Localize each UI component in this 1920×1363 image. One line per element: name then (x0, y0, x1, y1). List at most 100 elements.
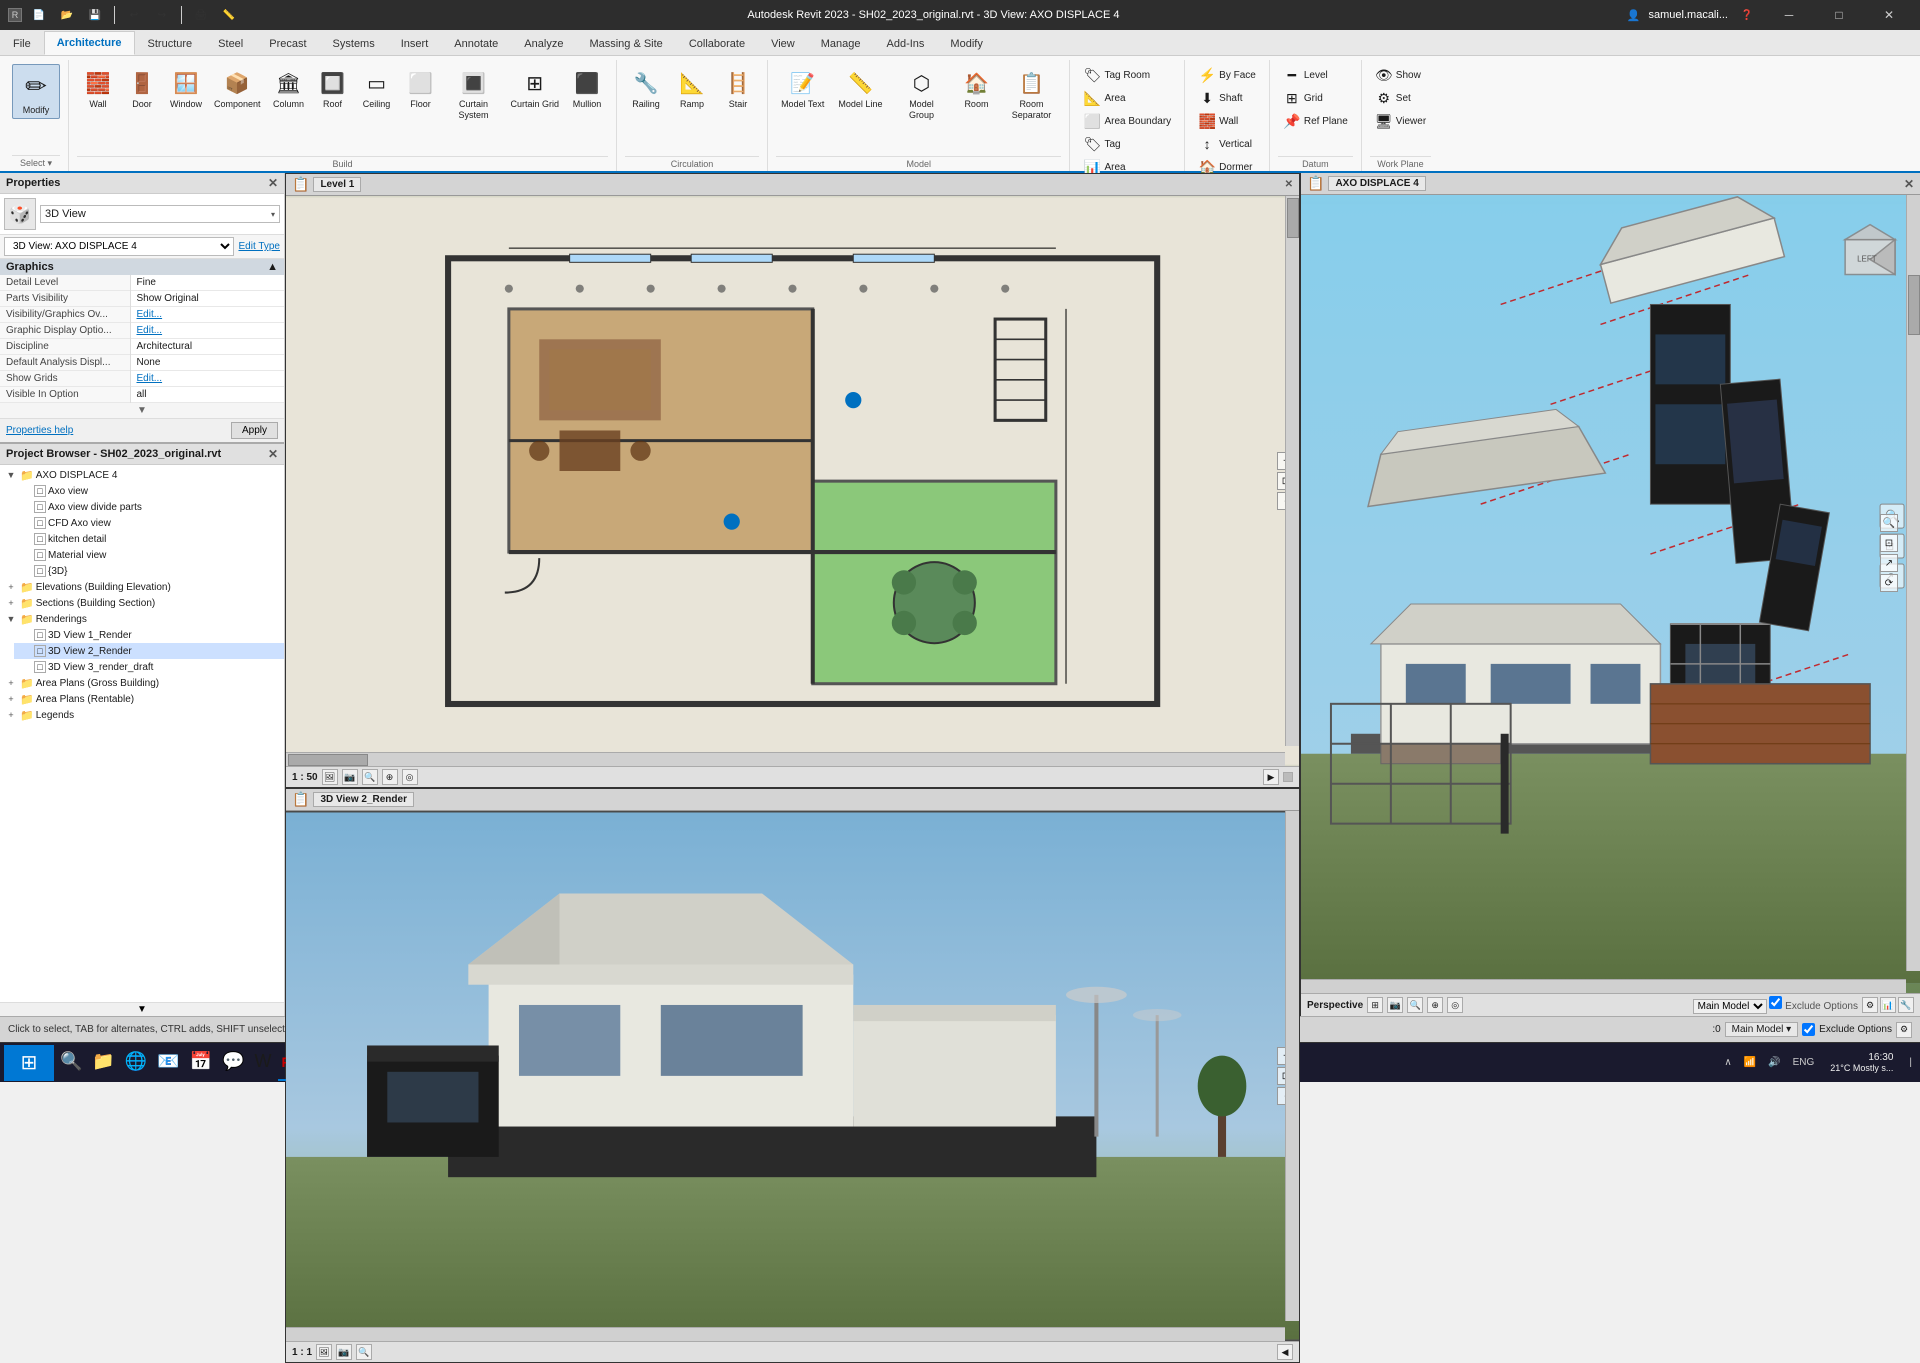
tree-item-sections[interactable]: + 📁 Sections (Building Section) (0, 595, 284, 611)
tree-item-kitchen[interactable]: □ kitchen detail (14, 531, 284, 547)
view-type-dropdown[interactable]: 3D View ▾ (40, 205, 280, 223)
view-dropdown[interactable]: 3D View: AXO DISPLACE 4 (4, 237, 234, 256)
tab-steel[interactable]: Steel (205, 31, 256, 55)
axo-search[interactable]: 🔍 (1880, 514, 1898, 532)
graphics-section[interactable]: Graphics ▲ (0, 259, 284, 275)
tray-clock[interactable]: 16:30 21°C Mostly s... (1822, 1050, 1901, 1075)
ribbon-item-floor[interactable]: ⬜ Floor (400, 64, 442, 113)
apply-button[interactable]: Apply (231, 422, 278, 439)
tray-up-arrow[interactable]: ∧ (1720, 1055, 1735, 1070)
tab-massing[interactable]: Massing & Site (576, 31, 675, 55)
render-canvas[interactable]: + ⊡ - (286, 811, 1299, 1341)
tree-item-cfd-axo[interactable]: □ CFD Axo view (14, 515, 284, 531)
tree-item-elevations[interactable]: + 📁 Elevations (Building Elevation) (0, 579, 284, 595)
tab-systems[interactable]: Systems (320, 31, 388, 55)
ribbon-item-wall[interactable]: 🧱 Wall (77, 64, 119, 113)
rv-btn2[interactable]: 📷 (336, 1344, 352, 1360)
taskbar-search[interactable]: 🔍 (56, 1045, 86, 1081)
fp-btn5[interactable]: ◎ (402, 769, 418, 785)
properties-help-link[interactable]: Properties help (6, 425, 73, 436)
axo-btn5[interactable]: ◎ (1447, 997, 1463, 1013)
tree-item-3d[interactable]: □ {3D} (14, 563, 284, 579)
prop-value-discipline[interactable]: Architectural (130, 339, 284, 355)
ribbon-item-wall-opening[interactable]: 🧱 Wall (1193, 110, 1243, 132)
ribbon-item-tag-room[interactable]: 🏷 Tag Room (1078, 64, 1155, 86)
ribbon-item-viewer[interactable]: 🖥 Viewer (1370, 110, 1431, 132)
ribbon-item-level[interactable]: ━ Level (1278, 64, 1333, 86)
ribbon-item-area[interactable]: 📐 Area (1078, 87, 1130, 109)
tree-item-render1[interactable]: □ 3D View 1_Render (14, 627, 284, 643)
properties-close-btn[interactable]: ✕ (268, 176, 278, 190)
axo-scrollbar-v[interactable] (1906, 195, 1920, 971)
prop-scroll-down[interactable]: ▼ (0, 403, 284, 418)
axo-close[interactable]: ✕ (1904, 177, 1914, 191)
floor-plan-tab[interactable]: Level 1 (313, 177, 361, 192)
tab-modify[interactable]: Modify (937, 31, 995, 55)
ribbon-item-grid[interactable]: ⊞ Grid (1278, 87, 1328, 109)
ribbon-item-roof[interactable]: 🔲 Roof (312, 64, 354, 113)
tab-insert[interactable]: Insert (388, 31, 442, 55)
status-settings[interactable]: ⚙ (1896, 1022, 1912, 1038)
close-btn[interactable]: ✕ (1866, 0, 1912, 30)
maximize-btn[interactable]: □ (1816, 0, 1862, 30)
fp-scrollbar-v[interactable] (1285, 196, 1299, 746)
help-btn[interactable]: ❓ (1736, 4, 1758, 26)
edit-type-btn[interactable]: Edit Type (238, 241, 280, 252)
tree-item-area-rentable[interactable]: + 📁 Area Plans (Rentable) (0, 691, 284, 707)
tray-network[interactable]: 📶 (1740, 1055, 1760, 1070)
axo-tab[interactable]: AXO DISPLACE 4 (1328, 176, 1425, 191)
ribbon-item-railing[interactable]: 🔧 Railing (625, 64, 667, 113)
ribbon-item-ceiling[interactable]: ▭ Ceiling (356, 64, 398, 113)
axo-settings3[interactable]: 🔧 (1898, 997, 1914, 1013)
tree-item-material[interactable]: □ Material view (14, 547, 284, 563)
fp-expand[interactable]: ▶ (1263, 769, 1279, 785)
prop-value-graphic-display[interactable]: Edit... (130, 323, 284, 339)
minimize-btn[interactable]: ─ (1766, 0, 1812, 30)
fp-btn4[interactable]: ⊕ (382, 769, 398, 785)
tray-sound[interactable]: 🔊 (1764, 1055, 1784, 1070)
status-exclude-checkbox[interactable] (1802, 1023, 1815, 1036)
axo-scrollbar-h[interactable] (1301, 979, 1906, 993)
axo-settings2[interactable]: 📊 (1880, 997, 1896, 1013)
tab-annotate[interactable]: Annotate (441, 31, 511, 55)
qa-new[interactable]: 📄 (28, 4, 50, 26)
taskbar-mail[interactable]: 📧 (153, 1045, 183, 1081)
fp-scrollbar-h[interactable] (286, 752, 1285, 766)
ribbon-item-ref-plane[interactable]: 📌 Ref Plane (1278, 110, 1353, 132)
ribbon-item-show[interactable]: 👁 Show (1370, 64, 1426, 86)
axo-canvas[interactable]: LEFT 🔍 ⊡ ↗ 🔍 (1301, 195, 1920, 993)
tray-show-desktop[interactable]: | (1905, 1055, 1916, 1070)
fp-btn1[interactable]: 🖼 (322, 769, 338, 785)
axo-model-dropdown[interactable]: Main Model (1693, 999, 1767, 1014)
ribbon-item-by-face[interactable]: ⚡ By Face (1193, 64, 1261, 86)
tab-structure[interactable]: Structure (135, 31, 206, 55)
tree-item-renderings[interactable]: ▼ 📁 Renderings (0, 611, 284, 627)
ribbon-item-room-separator[interactable]: 📋 Room Separator (1001, 64, 1061, 124)
fp-btn2[interactable]: 📷 (342, 769, 358, 785)
fp-btn3[interactable]: 🔍 (362, 769, 378, 785)
ribbon-item-model-group[interactable]: ⬡ Model Group (891, 64, 951, 124)
ribbon-item-column[interactable]: 🏛 Column (268, 64, 310, 113)
browser-close-btn[interactable]: ✕ (268, 447, 278, 461)
tab-view[interactable]: View (758, 31, 808, 55)
browser-content[interactable]: ▼ 📁 AXO DISPLACE 4 □ Axo view □ Axo view… (0, 465, 284, 1002)
ribbon-item-shaft[interactable]: ⬇ Shaft (1193, 87, 1247, 109)
axo-settings1[interactable]: ⚙ (1862, 997, 1878, 1013)
qa-open[interactable]: 📂 (56, 4, 78, 26)
tree-item-legends[interactable]: + 📁 Legends (0, 707, 284, 723)
taskbar-chrome[interactable]: 🌐 (121, 1045, 151, 1081)
tree-item-axo-divide[interactable]: □ Axo view divide parts (14, 499, 284, 515)
taskbar-explorer[interactable]: 📁 (88, 1045, 118, 1081)
floor-plan-close[interactable]: ✕ (1285, 179, 1293, 190)
ribbon-item-curtain-system[interactable]: 🔳 Curtain System (444, 64, 504, 124)
rv-expand[interactable]: ◀ (1277, 1344, 1293, 1360)
tab-manage[interactable]: Manage (808, 31, 874, 55)
qa-undo[interactable]: ↩ (123, 4, 145, 26)
tree-item-render2[interactable]: □ 3D View 2_Render (14, 643, 284, 659)
status-model-btn[interactable]: Main Model ▾ (1725, 1022, 1799, 1037)
qa-print[interactable]: 🖨 (190, 4, 212, 26)
taskbar-word[interactable]: W (251, 1045, 276, 1081)
tree-item-render3[interactable]: □ 3D View 3_render_draft (14, 659, 284, 675)
taskbar-calendar[interactable]: 📅 (186, 1045, 216, 1081)
axo-exclude-checkbox[interactable] (1769, 996, 1782, 1009)
